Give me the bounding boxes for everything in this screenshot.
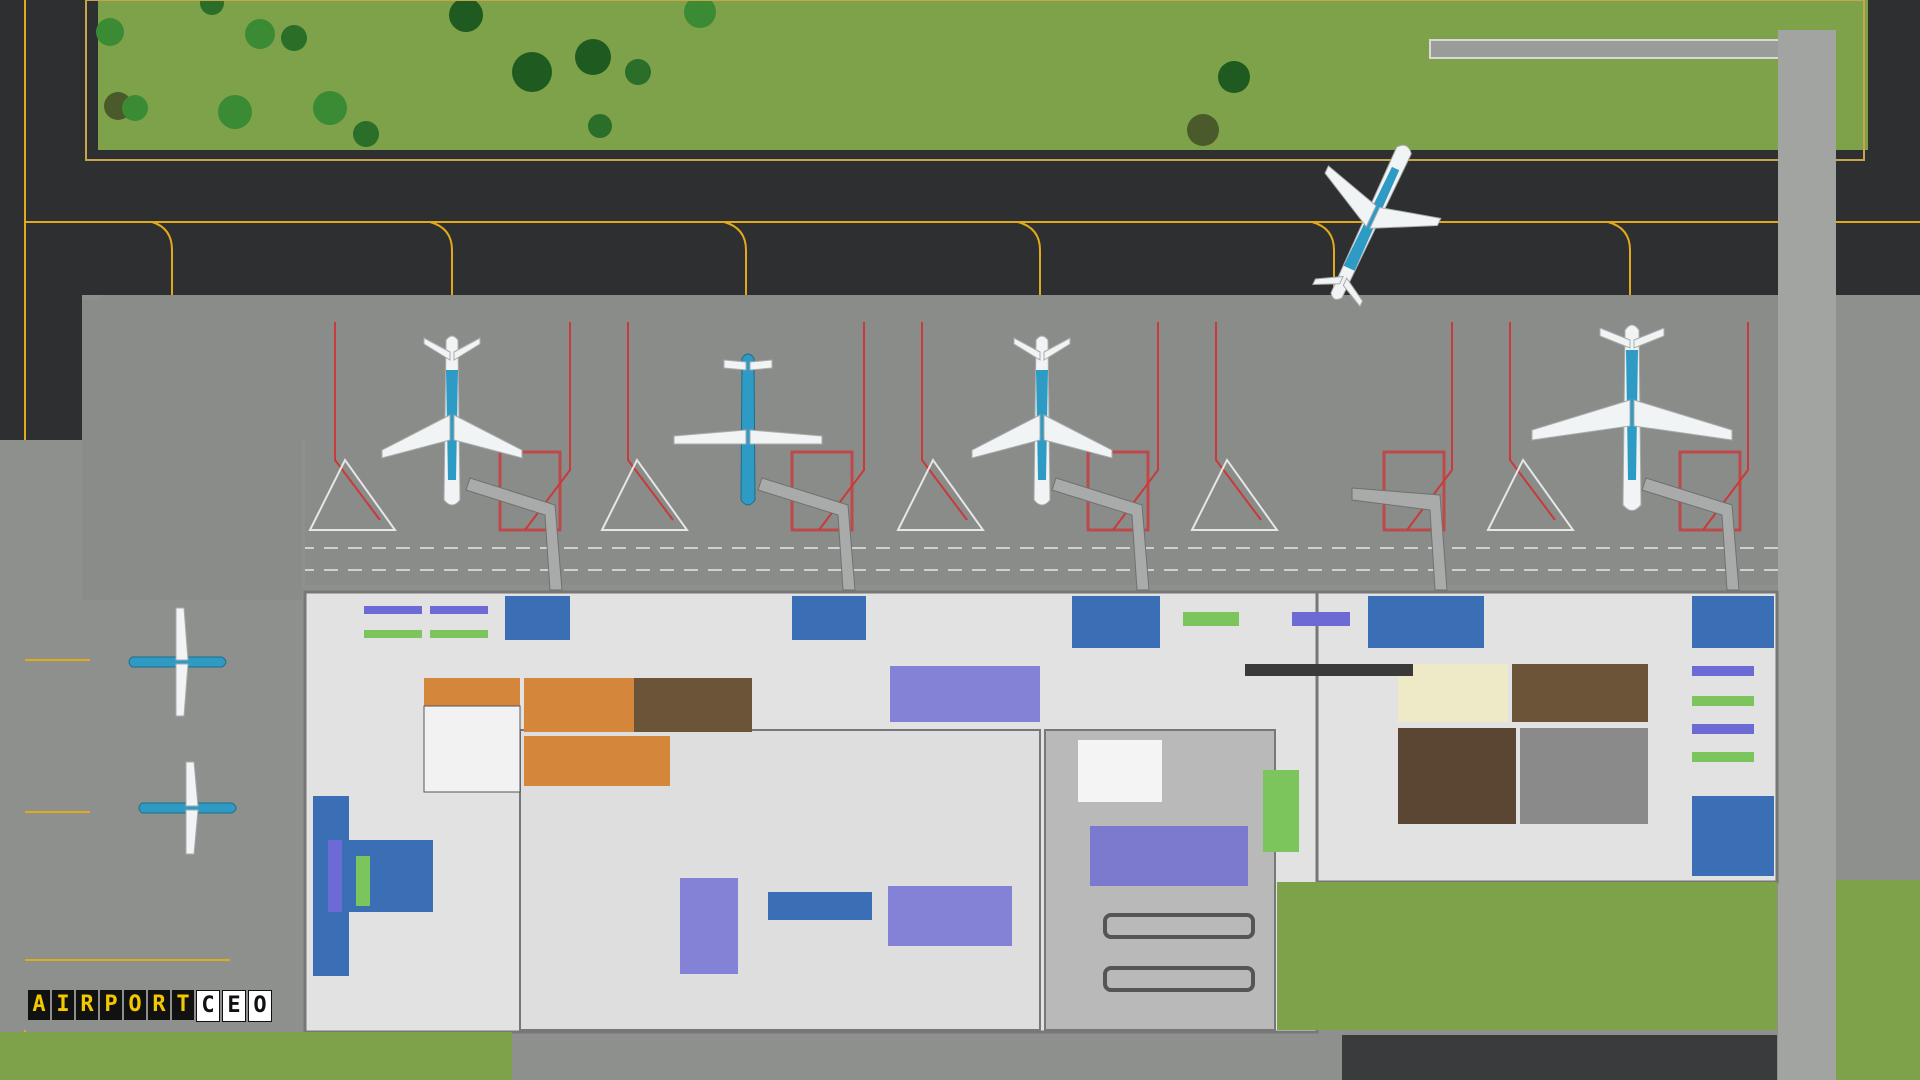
logo-letter: E <box>222 990 246 1022</box>
grass-south-east <box>1277 882 1777 1030</box>
logo-letter: A <box>28 990 50 1020</box>
taxiway-east <box>1778 30 1836 1080</box>
logo-letter: O <box>124 990 146 1020</box>
airport-map[interactable] <box>0 0 1920 1080</box>
airport-ceo-logo: A I R P O R T C E O <box>28 990 272 1022</box>
grass-south-west <box>0 1032 512 1080</box>
logo-letter: O <box>248 990 272 1022</box>
apron-stands <box>100 295 1778 585</box>
logo-letter: R <box>76 990 98 1020</box>
logo-letter: T <box>172 990 194 1020</box>
logo-letter: P <box>100 990 122 1020</box>
logo-letter: I <box>52 990 74 1020</box>
logo-letter: C <box>196 990 220 1022</box>
logo-letter: R <box>148 990 170 1020</box>
